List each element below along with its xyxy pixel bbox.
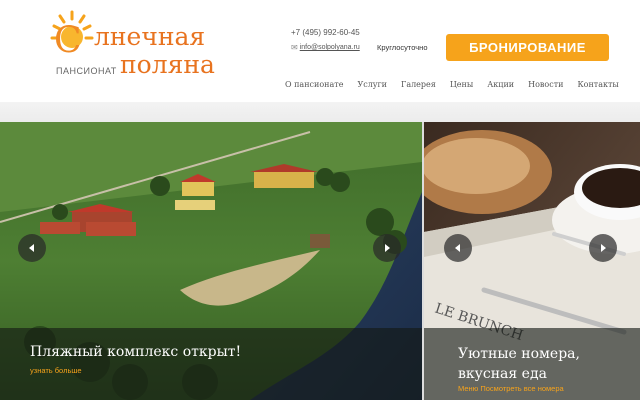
caption-bar-left [0,328,422,400]
nav-item-about[interactable]: О пансионате [278,80,350,94]
slide-prev-button[interactable] [18,234,46,262]
slide-title-rooms: Уютные номера, вкусная еда [458,344,580,384]
booking-button[interactable]: БРОНИРОВАНИЕ [446,34,609,61]
slide-link-learn-more[interactable]: узнать больше [30,366,82,375]
nav-item-prices[interactable]: Цены [443,80,480,94]
phone-number[interactable]: +7 (495) 992-60-45 [291,28,360,37]
logo-text-line2: поляна [120,50,215,79]
site-header: С лнечная поляна ПАНСИОНАТ +7 (495) 992-… [0,0,640,102]
logo[interactable]: С лнечная поляна ПАНСИОНАТ [28,8,228,80]
nav-item-services[interactable]: Услуги [350,80,394,94]
nav-item-news[interactable]: Новости [521,80,570,94]
nav-item-contacts[interactable]: Контакты [570,80,625,94]
chevron-left-icon [455,244,460,252]
slide-beach-complex[interactable]: Пляжный комплекс открыт! узнать больше [0,122,422,400]
header-divider [0,102,640,122]
chevron-right-icon [601,244,606,252]
slide-title-rooms-line2: вкусная еда [458,366,547,382]
slide-title-beach: Пляжный комплекс открыт! [30,344,242,360]
envelope-icon: ✉ [291,43,298,52]
slide-rooms-food[interactable]: LE BRUNCH Уютные номера, вкусная еда Мен… [424,122,640,400]
email-link[interactable]: ✉ info@solpolyana.ru [291,43,360,52]
slide-prev-button-right[interactable] [444,234,472,262]
working-hours: Круглосуточно [377,43,428,52]
slide-link-menu-rooms[interactable]: Меню Посмотреть все номера [458,384,564,393]
logo-subtitle: ПАНСИОНАТ [56,66,117,76]
email-text: info@solpolyana.ru [299,44,360,51]
chevron-right-icon [385,244,390,252]
slide-next-button[interactable] [373,234,401,262]
slide-next-button-right[interactable] [589,234,617,262]
nav-item-promotions[interactable]: Акции [480,80,521,94]
nav-item-gallery[interactable]: Галерея [394,80,443,94]
logo-text-line1: С лнечная [54,20,206,61]
logo-first-letter: С [54,20,82,61]
chevron-left-icon [29,244,34,252]
main-nav: О пансионате Услуги Галерея Цены Акции Н… [278,80,626,94]
logo-word1: лнечная [94,22,206,51]
slide-title-rooms-line1: Уютные номера, [458,346,580,362]
